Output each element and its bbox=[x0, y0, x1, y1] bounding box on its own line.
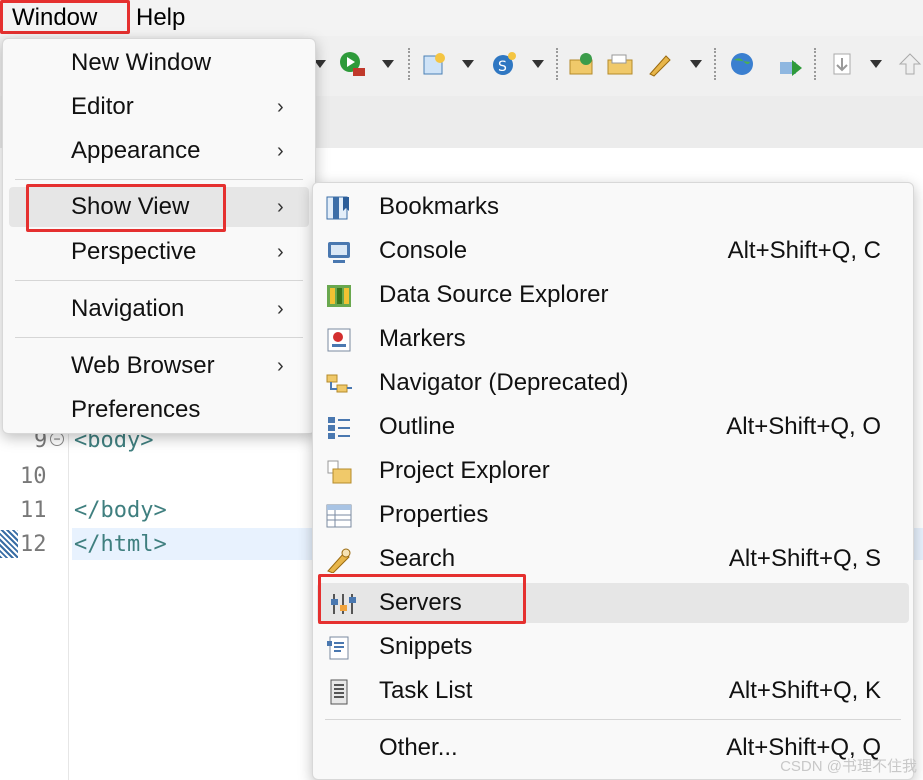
globe-icon[interactable] bbox=[728, 50, 756, 78]
chevron-right-icon: › bbox=[277, 298, 284, 320]
tool-icon[interactable] bbox=[776, 50, 804, 78]
bookmarks-icon bbox=[326, 196, 349, 220]
chevron-right-icon: › bbox=[277, 355, 284, 377]
menu-item-label: Other... bbox=[379, 734, 458, 761]
menu-item-markers[interactable]: Markers bbox=[313, 319, 913, 359]
menu-item-data-source-explorer[interactable]: Data Source Explorer bbox=[313, 275, 913, 315]
menu-item-label: Perspective bbox=[71, 238, 197, 265]
dropdown-arrow-icon[interactable] bbox=[690, 60, 702, 68]
menu-item-new-window[interactable]: New Window bbox=[3, 43, 315, 83]
line-number: 10 bbox=[20, 464, 47, 489]
menu-item-navigation[interactable]: Navigation › bbox=[3, 289, 315, 329]
menu-item-label: New Window bbox=[71, 49, 212, 76]
menu-item-navigator[interactable]: Navigator (Deprecated) bbox=[313, 363, 913, 403]
menu-separator bbox=[15, 337, 303, 338]
toolbar-separator bbox=[714, 48, 718, 80]
chevron-right-icon: › bbox=[277, 196, 284, 218]
open-type-icon[interactable] bbox=[568, 50, 596, 78]
svg-text:S: S bbox=[498, 59, 507, 75]
new-class-icon[interactable]: S bbox=[490, 50, 518, 78]
menu-item-label: Task List bbox=[379, 677, 473, 704]
toolbar-separator bbox=[408, 48, 412, 80]
menu-separator bbox=[15, 179, 303, 180]
chevron-right-icon: › bbox=[277, 96, 284, 118]
change-marker bbox=[0, 530, 18, 558]
menu-item-outline[interactable]: Outline Alt+Shift+Q, O bbox=[313, 407, 913, 447]
menu-item-label: Outline bbox=[379, 413, 456, 440]
menu-item-project-explorer[interactable]: Project Explorer bbox=[313, 451, 913, 491]
window-menu-highlight bbox=[0, 0, 130, 34]
dropdown-arrow-icon[interactable] bbox=[382, 60, 394, 68]
show-view-submenu: Bookmarks Console Alt+Shift+Q, C Data So… bbox=[312, 182, 914, 780]
search-icon bbox=[327, 548, 351, 573]
dropdown-arrow-icon[interactable] bbox=[870, 60, 882, 68]
show-view-highlight bbox=[26, 184, 226, 232]
chevron-right-icon: › bbox=[277, 241, 284, 263]
outline-icon bbox=[328, 417, 350, 439]
watermark: CSDN @书理不住我 bbox=[780, 758, 917, 775]
toolbar-separator bbox=[814, 48, 818, 80]
menu-item-editor[interactable]: Editor › bbox=[3, 87, 315, 127]
line-number: 11 bbox=[20, 498, 47, 523]
menu-item-search[interactable]: Search Alt+Shift+Q, S bbox=[313, 539, 913, 579]
menu-help[interactable]: Help bbox=[136, 3, 185, 33]
open-folder-icon[interactable] bbox=[606, 50, 634, 78]
servers-highlight bbox=[318, 574, 526, 624]
run-server-icon[interactable] bbox=[338, 50, 366, 78]
menu-item-web-browser[interactable]: Web Browser › bbox=[3, 346, 315, 386]
menu-item-preferences[interactable]: Preferences bbox=[3, 390, 315, 430]
menu-item-label: Appearance bbox=[71, 137, 201, 164]
menu-item-perspective[interactable]: Perspective › bbox=[3, 232, 315, 272]
dropdown-arrow-icon[interactable] bbox=[462, 60, 474, 68]
menu-separator bbox=[325, 719, 901, 720]
menu-item-label: Search bbox=[379, 545, 456, 572]
menu-item-label: Project Explorer bbox=[379, 457, 550, 484]
menu-item-bookmarks[interactable]: Bookmarks bbox=[313, 187, 913, 227]
shortcut-label: Alt+Shift+Q, S bbox=[728, 545, 881, 572]
snippets-icon bbox=[327, 636, 349, 660]
dropdown-arrow-icon[interactable] bbox=[532, 60, 544, 68]
fold-icon[interactable]: − bbox=[50, 432, 64, 446]
navigator-icon bbox=[326, 374, 352, 393]
menu-item-label: Editor bbox=[71, 93, 134, 120]
search-icon[interactable] bbox=[646, 50, 674, 78]
code-line: </html> bbox=[74, 532, 167, 557]
menubar: Window Help bbox=[0, 0, 923, 36]
shortcut-label: Alt+Shift+Q, C bbox=[727, 237, 881, 264]
menu-item-label: Console bbox=[379, 237, 468, 264]
menu-item-task-list[interactable]: Task List Alt+Shift+Q, K bbox=[313, 671, 913, 711]
new-project-icon[interactable] bbox=[420, 50, 448, 78]
menu-item-label: Data Source Explorer bbox=[379, 281, 609, 308]
menu-separator bbox=[15, 280, 303, 281]
toolbar-separator bbox=[556, 48, 560, 80]
menu-item-label: Bookmarks bbox=[379, 193, 500, 220]
menu-item-snippets[interactable]: Snippets bbox=[313, 627, 913, 667]
shortcut-label: Alt+Shift+Q, O bbox=[726, 413, 881, 440]
menu-item-label: Markers bbox=[379, 325, 466, 352]
markers-icon bbox=[327, 328, 351, 352]
menu-item-label: Preferences bbox=[71, 396, 201, 423]
shortcut-label: Alt+Shift+Q, K bbox=[728, 677, 881, 704]
previous-annotation-icon[interactable] bbox=[896, 50, 923, 78]
menu-item-console[interactable]: Console Alt+Shift+Q, C bbox=[313, 231, 913, 271]
menu-item-label: Navigation bbox=[71, 295, 185, 322]
menu-item-label: Web Browser bbox=[71, 352, 215, 379]
next-annotation-icon[interactable] bbox=[828, 50, 856, 78]
task-list-icon bbox=[330, 679, 348, 705]
code-line: </body> bbox=[74, 498, 167, 523]
window-menu: New Window Editor › Appearance › Show Vi… bbox=[2, 38, 316, 434]
menu-item-appearance[interactable]: Appearance › bbox=[3, 131, 315, 171]
data-source-explorer-icon bbox=[327, 285, 351, 307]
menu-item-label: Snippets bbox=[379, 633, 473, 660]
chevron-right-icon: › bbox=[277, 140, 284, 162]
menu-item-properties[interactable]: Properties bbox=[313, 495, 913, 535]
menu-item-label: Properties bbox=[379, 501, 489, 528]
line-number: 12 bbox=[20, 532, 47, 557]
menu-item-label: Navigator (Deprecated) bbox=[379, 369, 629, 396]
properties-icon bbox=[326, 504, 352, 528]
console-icon bbox=[328, 242, 350, 263]
project-explorer-icon bbox=[327, 460, 352, 484]
